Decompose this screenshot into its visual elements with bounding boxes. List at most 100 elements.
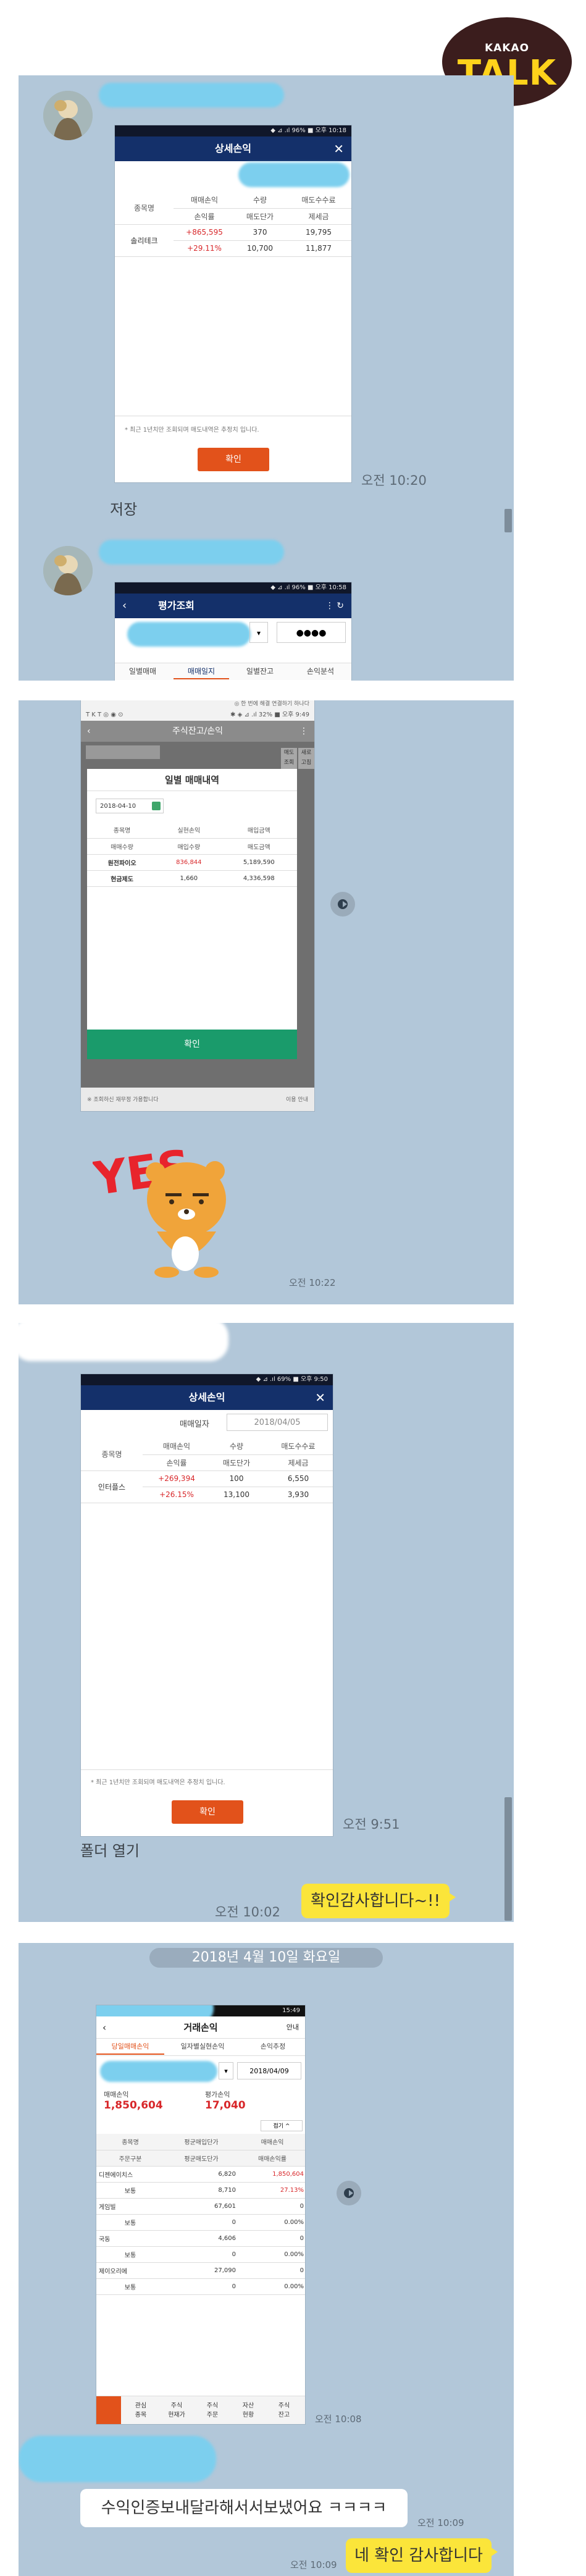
eval-pnl: 17,040 [205,2099,246,2112]
avatar[interactable] [43,91,93,140]
nav-watchlist[interactable]: 관심 종목 [123,2401,158,2420]
table-row: 현금제도 1,660 4,336,598 [87,870,297,887]
chat-page: KAKAO TALK ◆ ⊿ .ıl 96% ■ 오후 10:18 상세손익 ✕ [0,0,586,2576]
my-message-bubble[interactable]: 네 확인 감사합니다 [346,2538,498,2573]
tab-estimate[interactable]: 손익추정 [242,2039,304,2055]
close-icon: ✕ [315,1390,325,1405]
pnl-table: 종목명 매매손익 수량 매도수수료 손익률 매도단가 제세금 솔리테크 +865… [115,192,351,257]
screen-footer: ※ 조회하신 재무정 가용합니다 이용 안내 [81,1088,314,1111]
total-pnl: 1,850,604 [104,2099,163,2112]
guide-link[interactable]: 안내 [287,2016,299,2039]
message-text[interactable]: 폴더 열기 [80,1839,140,1860]
phone-hint: ◎ 한 번에 해결 연결하기 하나다 [81,700,314,710]
screen-title: 평가조회 [158,600,195,611]
ok-button[interactable]: 확인 [198,448,269,471]
screen-title: 주식잔고/손익 [172,726,223,736]
table-row: 게임빌 67,601 0 [96,2198,305,2215]
sell-button[interactable]: 매도 조회 [281,748,297,769]
col-price-header: 매도단가 [235,208,285,225]
scrollbar-thumb[interactable] [504,509,512,532]
badge-kakao-text: KAKAO [484,42,530,54]
screenshot-detail-pnl-2[interactable]: ◆ ⊿ .ıl 69% ■ 오후 9:50 상세손익 ✕ 매매일자 2018/0… [80,1374,333,1837]
screenshot-evaluation[interactable]: ◆ ⊿ .ıl 96% ■ 오후 10:58 ‹ 평가조회 ⋮ ↻ ▾ ●●●●… [114,582,352,681]
chat-panel-4: 2018년 4월 10일 화요일 15:49 ‹ 거래손익 안내 당일매매손익 … [19,1943,514,2576]
message-time: 오전 10:20 [361,473,427,488]
message-time: 오전 10:02 [215,1905,280,1919]
chat-panel-1: ◆ ⊿ .ıl 96% ■ 오후 10:18 상세손익 ✕ 종목명 매매손익 수… [19,75,514,681]
phone-statusbar: ◆ ⊿ .ıl 69% ■ 오후 9:50 [81,1374,333,1385]
menu-icon[interactable] [96,2396,121,2424]
tab-daily-realized[interactable]: 일자별실현손익 [165,2039,240,2055]
nav-quote[interactable]: 주식 현재가 [159,2401,194,2420]
tab-bar: 당일매매손익 일자별실현손익 손익추정 [96,2039,305,2056]
menu-icon: ⋮ [299,726,308,736]
tab-today[interactable]: 당일매매손익 [96,2039,164,2055]
redacted-name [19,1323,228,1361]
trade-pnl-table: 종목명 평균매입단가 매매손익 주문구분 평균매도단가 매매손익률 디젠에이치스… [96,2134,305,2295]
scrollbar-thumb[interactable] [504,1797,512,1921]
table-row: 보통 0 0.00% [96,2278,305,2295]
collapse-button[interactable]: 접기 ^ [261,2120,303,2131]
col-pnl-header: 매매손익 [174,192,235,209]
nav-balance[interactable]: 주식 잔고 [267,2401,301,2420]
pin-field[interactable]: ●●●● [277,622,346,643]
redacted-name [19,2436,216,2482]
screenshot-detail-pnl[interactable]: ◆ ⊿ .ıl 96% ■ 오후 10:18 상세손익 ✕ 종목명 매매손익 수… [114,125,352,483]
screen-header: ‹ 평가조회 ⋮ ↻ [115,594,351,618]
footnote: * 최근 1년치만 조회되며 매도내역은 추정치 입니다. [91,1779,225,1786]
friend-message-bubble[interactable]: 수익인증보내달라해서서보냈어요 ㅋㅋㅋㅋ [80,2489,408,2527]
table-row: 보통 0 0.00% [96,2246,305,2263]
ok-button[interactable]: 확인 [172,1800,243,1824]
tab-trade-log[interactable]: 매매일지 [174,663,229,679]
message-time: 오전 10:09 [417,2517,464,2528]
my-message-bubble[interactable]: 확인감사합니다~!! [301,1884,456,1918]
tab-pnl-analysis[interactable]: 손익분석 [291,663,350,679]
message-time: 오전 10:08 [315,2414,362,2425]
ok-button[interactable]: 확인 [87,1030,297,1059]
screen-header: ‹ 거래손익 안내 [96,2016,305,2039]
chevron-down-icon[interactable]: ▾ [219,2062,233,2079]
pnl-table: 종목명 매매손익 수량 매도수수료 손익률 매도단가 제세금 인터플스 +269… [81,1438,333,1503]
message-text[interactable]: 저장 [110,497,137,519]
table-row: 국동 4,606 0 [96,2230,305,2247]
bottom-nav: 관심 종목 주식 현재가 주식 주문 자산 현황 주식 잔고 [96,2396,305,2424]
redacted-name [99,540,284,564]
screen-header: ‹ 주식잔고/손익 ⋮ [81,721,314,742]
message-time: 오전 10:09 [290,2559,337,2570]
table-row: 보통 8,710 27.13% [96,2182,305,2199]
chevron-down-icon[interactable]: ▾ [249,622,268,643]
phone-statusbar: T K T ◎ ◉ ⊙ ✱ ◈ ⊿ .ıl 32% ■ 오후 9:49 [81,710,314,721]
back-arrow-icon: ‹ [103,2022,106,2033]
tab-daily-balance[interactable]: 일별잔고 [232,663,288,679]
col-name-header: 종목명 [115,192,174,225]
col-fee-header: 매도수수료 [285,192,351,209]
nav-order[interactable]: 주식 주문 [195,2401,230,2420]
chat-panel-2: ◎ 한 번에 해결 연결하기 하나다 T K T ◎ ◉ ⊙ ✱ ◈ ⊿ .ıl… [19,700,514,1304]
date-field[interactable]: 2018-04-10 [96,799,164,813]
trade-date-field[interactable]: 2018/04/05 [227,1414,328,1431]
screenshot-stock-balance[interactable]: ◎ 한 번에 해결 연결하기 하나다 T K T ◎ ◉ ⊙ ✱ ◈ ⊿ .ıl… [80,700,315,1112]
chat-panel-3: ◆ ⊿ .ıl 69% ■ 오후 9:50 상세손익 ✕ 매매일자 2018/0… [19,1323,514,1922]
phone-statusbar: ◆ ⊿ .ıl 96% ■ 오후 10:18 [115,125,351,136]
screenshot-trade-pnl[interactable]: 15:49 ‹ 거래손익 안내 당일매매손익 일자별실현손익 손익추정 ▾ 20… [96,2005,306,2425]
date-select[interactable]: 2018/04/09 [237,2062,301,2079]
ryan-sticker-icon: YES [90,1140,226,1278]
back-arrow-icon: ‹ [87,726,91,736]
tab-daily-trade[interactable]: 일별매매 [115,663,170,679]
col-qty-header: 수량 [235,192,285,209]
menu-icon: ⋮ ↻ [325,601,344,611]
screen-title: 상세손익 [215,143,251,154]
col-tax-header: 제세금 [285,208,351,225]
refresh-button[interactable]: 새로 고침 [298,748,314,769]
redacted-account [100,2061,217,2082]
share-icon[interactable] [330,892,355,917]
avatar[interactable] [43,546,93,595]
ryan-yes-sticker[interactable]: YES [90,1133,241,1281]
screen-header: 상세손익 ✕ [81,1385,333,1410]
phone-statusbar: ◆ ⊿ .ıl 96% ■ 오후 10:58 [115,582,351,594]
screen-header: 상세손익 ✕ [115,136,351,161]
redacted-name [99,83,284,107]
nav-assets[interactable]: 자산 현황 [231,2401,266,2420]
modal-title: 일별 매매내역 [87,769,297,791]
share-icon[interactable] [337,2181,361,2205]
